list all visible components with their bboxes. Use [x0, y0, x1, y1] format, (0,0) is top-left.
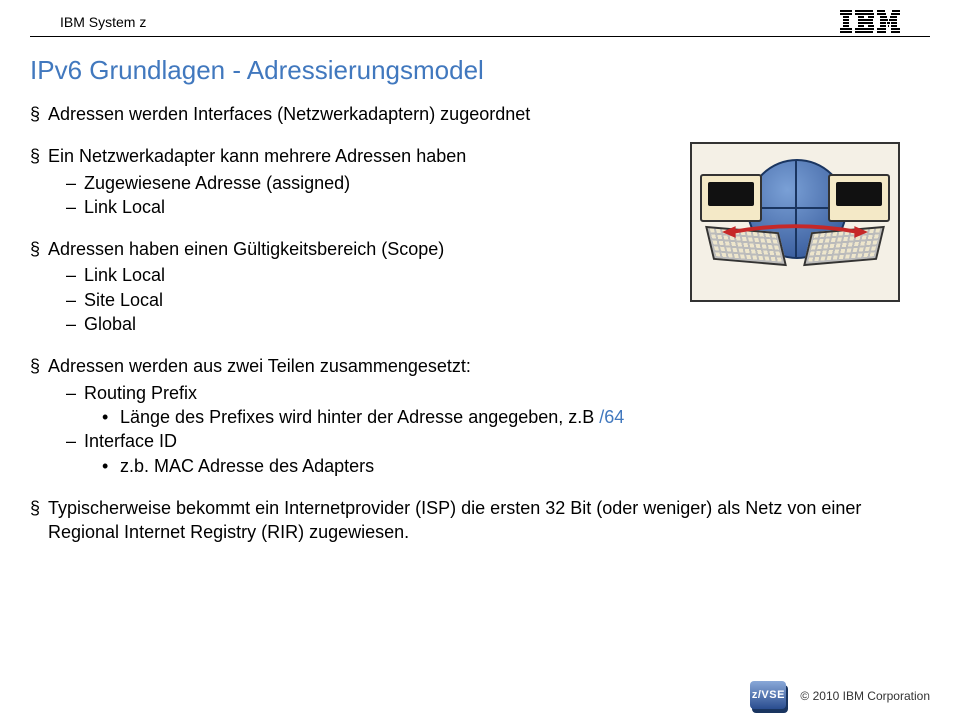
bullet-text: Ein Netzwerkadapter kann mehrere Adresse… [48, 144, 466, 168]
copyright-text: © 2010 IBM Corporation [800, 689, 930, 703]
vse-badge: z/VSE [750, 679, 790, 713]
sub-item: –Routing Prefix [30, 381, 900, 405]
sub-item: –Link Local [30, 195, 670, 219]
ibm-logo [840, 10, 900, 34]
prefix-example: /64 [599, 407, 624, 427]
bullet-text: Typischerweise bekommt ein Internetprovi… [48, 496, 900, 545]
slide-header: IBM System z [30, 0, 930, 37]
monitor-icon [828, 174, 890, 222]
sub-item: –Site Local [30, 288, 670, 312]
network-clipart [690, 142, 900, 302]
bullet-item: § Adressen werden aus zwei Teilen zusamm… [30, 354, 900, 378]
bullet-text: Adressen werden Interfaces (Netzwerkadap… [48, 102, 530, 126]
sub-item: –Link Local [30, 263, 670, 287]
slide-title: IPv6 Grundlagen - Adressierungsmodel [0, 37, 960, 102]
sub-sub-item: • Länge des Prefixes wird hinter der Adr… [30, 405, 900, 429]
bullet-item: § Adressen haben einen Gültigkeitsbereic… [30, 237, 670, 261]
sub-sub-item: •z.b. MAC Adresse des Adapters [30, 454, 900, 478]
bullet-item: § Adressen werden Interfaces (Netzwerkad… [30, 102, 670, 126]
bullet-text: Adressen haben einen Gültigkeitsbereich … [48, 237, 444, 261]
slide-footer: z/VSE © 2010 IBM Corporation [750, 679, 930, 713]
sub-item: –Global [30, 312, 670, 336]
bullet-item: § Ein Netzwerkadapter kann mehrere Adres… [30, 144, 670, 168]
bullet-item: § Typischerweise bekommt ein Internetpro… [30, 496, 900, 545]
sub-item: –Interface ID [30, 429, 900, 453]
arrow-icon [722, 222, 868, 242]
monitor-icon [700, 174, 762, 222]
bullet-text: Adressen werden aus zwei Teilen zusammen… [48, 354, 471, 378]
sub-item: –Zugewiesene Adresse (assigned) [30, 171, 670, 195]
product-name: IBM System z [60, 14, 146, 30]
slide-content: § Adressen werden Interfaces (Netzwerkad… [0, 102, 960, 544]
